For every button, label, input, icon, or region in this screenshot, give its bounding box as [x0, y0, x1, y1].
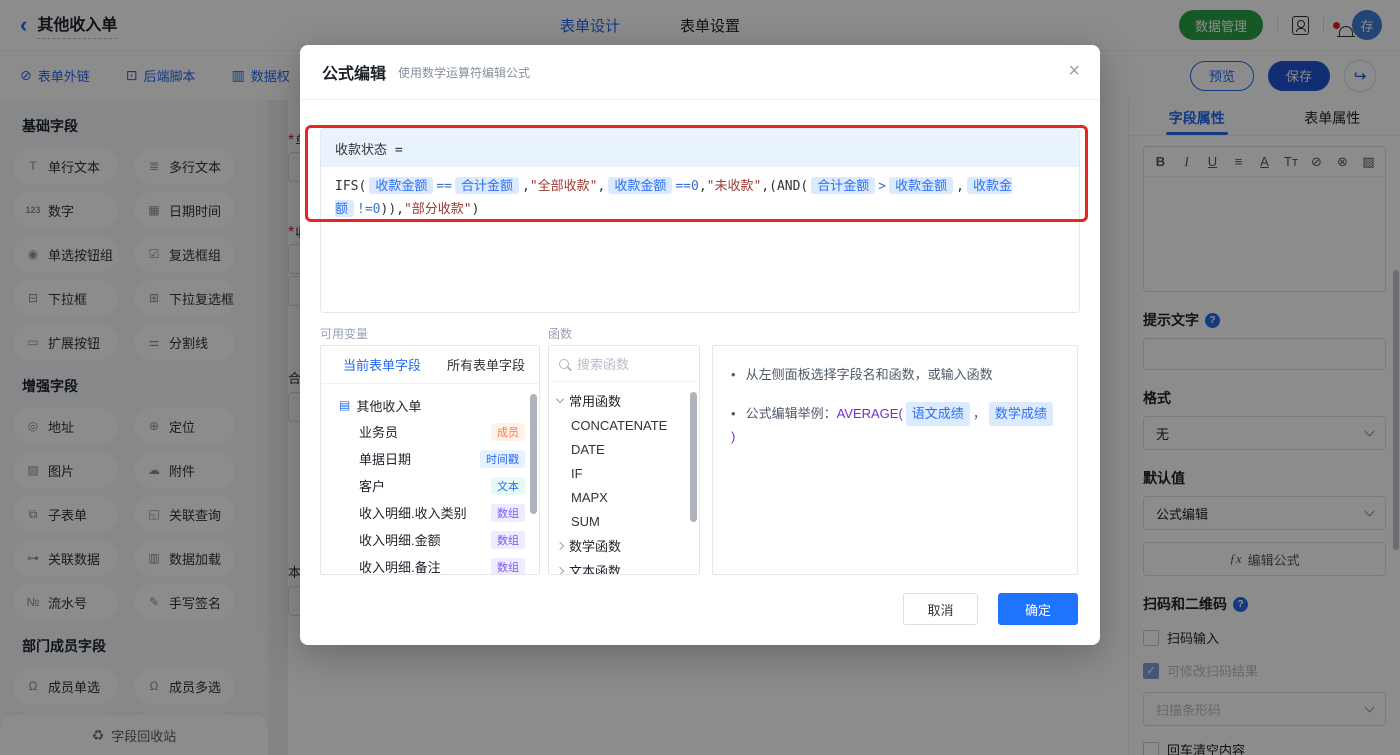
type-badge: 数组 [491, 530, 525, 549]
function-item-CONCATENATE[interactable]: CONCATENATE [549, 413, 699, 437]
variable-label: 单据日期 [359, 452, 412, 467]
functions-label: 函数 [548, 327, 573, 341]
type-badge: 文本 [491, 476, 525, 495]
function-group[interactable]: 文本函数 [549, 558, 699, 575]
function-item-DATE[interactable]: DATE [549, 437, 699, 461]
variable-label: 业务员 [359, 425, 399, 440]
function-item-SUM[interactable]: SUM [549, 509, 699, 533]
type-badge: 数组 [491, 557, 525, 574]
cancel-button[interactable]: 取消 [903, 593, 978, 625]
variable-item[interactable]: 业务员 成员 [321, 418, 539, 445]
variables-panel: 当前表单字段 所有表单字段 ▤ 其他收入单业务员 成员单据日期 时间戳客户 文本收入明细… [320, 345, 540, 575]
function-item-IF[interactable]: IF [549, 461, 699, 485]
chevron-right-icon [555, 566, 565, 574]
tab-current-form-fields[interactable]: 当前表单字段 [343, 355, 421, 374]
formula-field-token[interactable]: 收款金额 [608, 177, 673, 194]
formula-field-token[interactable]: 收款金额 [369, 177, 434, 194]
formula-token: "部分收款" [403, 202, 472, 217]
form-doc-icon: ▤ [339, 398, 351, 412]
function-group-label: 文本函数 [569, 564, 622, 575]
formula-token: , [522, 179, 530, 194]
tip-line-1: • 从左侧面板选择字段名和函数，或输入函数 [731, 367, 993, 382]
close-icon[interactable]: × [1068, 61, 1080, 81]
function-group[interactable]: 常用函数 [549, 388, 699, 413]
formula-token: ) [471, 202, 480, 217]
formula-field-token[interactable]: 合计金额 [811, 177, 876, 194]
variables-root-label: 其他收入单 [356, 398, 422, 414]
formula-token: , [698, 179, 707, 194]
confirm-button[interactable]: 确定 [998, 593, 1078, 625]
scrollbar[interactable] [530, 394, 537, 514]
formula-editor[interactable]: 收款状态 = IFS(收款金额 == 合计金额 ,"全部收款", 收款金额 ==0,"未收… [320, 128, 1080, 313]
function-search[interactable]: 搜索函数 [549, 346, 699, 382]
formula-token: AND( [776, 179, 809, 194]
variable-item[interactable]: 收入明细.备注 数组 [321, 553, 539, 575]
variable-item[interactable]: 收入明细.收入类别 数组 [321, 499, 539, 526]
formula-token: IFS( [335, 179, 367, 194]
type-badge: 数组 [491, 503, 525, 522]
function-group[interactable]: 数学函数 [549, 533, 699, 558]
variable-label: 收入明细.备注 [359, 560, 441, 575]
tab-all-form-fields[interactable]: 所有表单字段 [447, 355, 525, 374]
tip-line-2: • 公式编辑举例： AVERAGE( 语文成绩 ， 数学成绩 ) [731, 402, 1059, 448]
variable-item[interactable]: 客户 文本 [321, 472, 539, 499]
formula-token: , [597, 179, 606, 194]
formula-token: !=0 [357, 202, 381, 217]
formula-token: > [878, 179, 887, 194]
scrollbar[interactable] [690, 392, 697, 522]
variables-root[interactable]: ▤ 其他收入单 [321, 392, 539, 418]
modal-title: 公式编辑 [322, 66, 387, 83]
formula-token: , [956, 179, 964, 194]
chevron-right-icon [555, 541, 565, 550]
formula-token: "未收款" [706, 179, 762, 194]
formula-content[interactable]: IFS(收款金额 == 合计金额 ,"全部收款", 收款金额 ==0,"未收款",(AND… [321, 167, 1079, 229]
type-badge: 时间戳 [480, 449, 525, 468]
formula-token: "全部收款" [529, 179, 598, 194]
function-group-label: 常用函数 [569, 394, 622, 409]
variable-label: 收入明细.收入类别 [359, 506, 467, 521]
formula-token: ,( [761, 179, 777, 194]
search-icon [559, 358, 569, 369]
variable-label: 客户 [359, 479, 386, 494]
formula-token: ==0 [675, 179, 699, 194]
variable-item[interactable]: 单据日期 时间戳 [321, 445, 539, 472]
function-item-MAPX[interactable]: MAPX [549, 485, 699, 509]
formula-field-token[interactable]: 合计金额 [454, 177, 519, 194]
functions-panel: 搜索函数 常用函数 CONCATENATE DATE IF MAPX SUM 数学函数文本函… [548, 345, 700, 575]
formula-editor-modal: 公式编辑 使用数学运算符编辑公式 × 收款状态 = IFS(收款金额 == 合计金额… [300, 45, 1100, 645]
variable-label: 收入明细.金额 [359, 533, 441, 548]
modal-subtitle: 使用数学运算符编辑公式 [398, 65, 531, 80]
variable-item[interactable]: 收入明细.金额 数组 [321, 526, 539, 553]
variables-label: 可用变量 [320, 327, 369, 341]
search-placeholder: 搜索函数 [577, 357, 630, 372]
formula-target: 收款状态 = [321, 129, 1079, 167]
formula-token: == [436, 179, 452, 194]
function-group-label: 数学函数 [569, 539, 622, 554]
tips-panel: • 从左侧面板选择字段名和函数，或输入函数 • 公式编辑举例： AVERAGE( … [712, 345, 1078, 575]
formula-field-token[interactable]: 收款金额 [889, 177, 954, 194]
type-badge: 成员 [491, 422, 525, 441]
chevron-down-icon [555, 394, 565, 404]
formula-token: )), [380, 202, 404, 217]
